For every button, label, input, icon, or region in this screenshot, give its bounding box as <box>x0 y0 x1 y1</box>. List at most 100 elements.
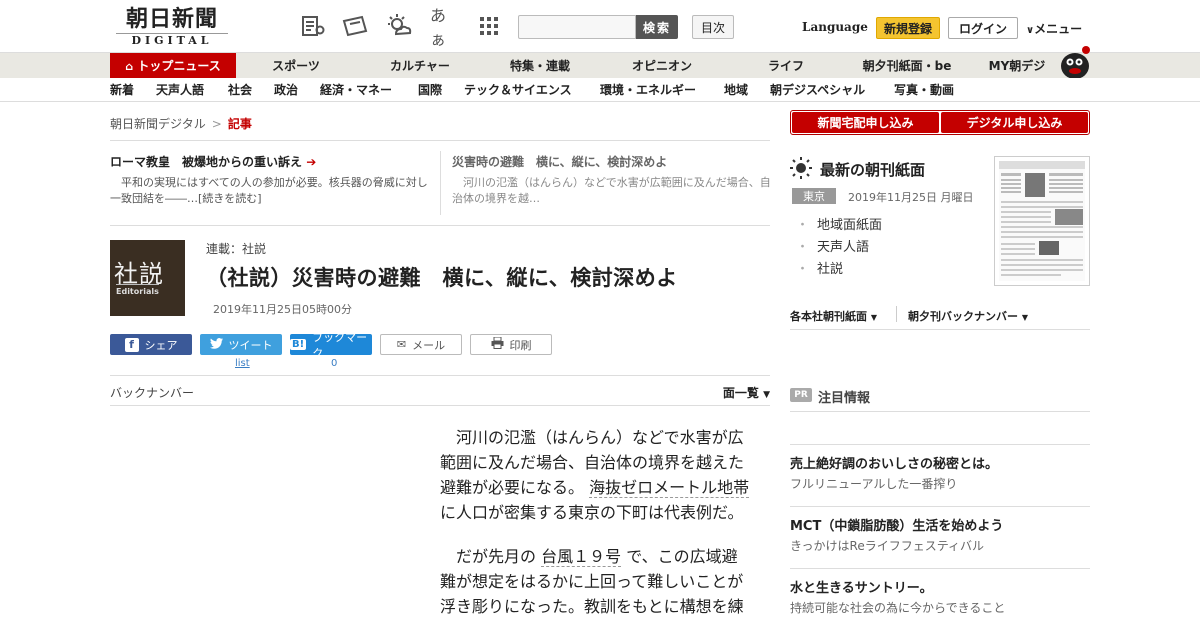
editorial-thumbnail[interactable]: 社説 Editorials <box>110 240 185 316</box>
pr-item[interactable]: 売上絶好調のおいしさの秘密とは。 フルリニューアルした一番搾り <box>790 444 1090 496</box>
subnav-tech[interactable]: テック＆サイエンス <box>464 78 572 102</box>
bullet-icon: ・ <box>796 262 810 277</box>
nav-opinion[interactable]: オピニオン <box>616 53 708 79</box>
pr-item[interactable]: MCT（中鎖脂肪酸）生活を始めよう きっかけはReライフフェスティバル <box>790 506 1090 558</box>
menu-label: メニュー <box>1034 22 1083 36</box>
bookmark-count[interactable]: 0 <box>331 358 337 369</box>
pr-item-subtitle: フルリニューアルした一番搾り <box>790 477 958 491</box>
register-button[interactable]: 新規登録 <box>876 17 940 39</box>
pickup-text: 平和の実現にはすべての人の参加が必要。核兵器の脅威に対し一致団結を――…[続きを… <box>110 176 428 205</box>
paper-date: 2019年11月25日 月曜日 <box>848 191 974 204</box>
article-date: 2019年11月25日05時00分 <box>213 303 352 316</box>
regional-editions-dropdown[interactable]: 各本社朝刊紙面 ▼ <box>790 308 877 324</box>
keyword-link[interactable]: 海抜ゼロメートル地帯 <box>589 478 750 498</box>
pr-item[interactable]: 水と生きるサントリー。 持続可能な社会の為に今からできること <box>790 568 1090 620</box>
paper-link-tenseijingo[interactable]: ・天声人語 <box>796 236 869 255</box>
backnumber-bar: バックナンバー 面一覧 ▼ <box>110 375 770 406</box>
pr-item-subtitle: きっかけはReライフフェスティバル <box>790 539 984 553</box>
nav-top-news[interactable]: ⌂ トップニュース <box>110 53 236 79</box>
mascot-icon[interactable] <box>1058 44 1092 80</box>
site-header: 朝日新聞 DIGITAL あぁ 検索 目次 Language 新規登録 ログイン… <box>0 0 1200 52</box>
pr-item-title: MCT（中鎖脂肪酸）生活を始めよう <box>790 519 1004 534</box>
newspaper-icon[interactable] <box>300 14 326 38</box>
search-button[interactable]: 検索 <box>636 15 678 39</box>
article-body: 河川の氾濫（はんらん）などで水害が広範囲に及んだ場合、自治体の境界を越えた避難が… <box>440 425 750 630</box>
divider <box>440 151 441 215</box>
share-label: シェア <box>144 338 178 352</box>
thumbnail-subtitle: Editorials <box>116 284 159 296</box>
print-button[interactable]: 印刷 <box>470 334 552 355</box>
mail-button[interactable]: ✉ メール <box>380 334 462 355</box>
paragraph: だが先月の 台風１９号 で、この広域避難が想定をはるかに上回って難しいことが浮き… <box>440 547 744 616</box>
hatena-bookmark-button[interactable]: B! ブックマーク <box>290 331 372 360</box>
twitter-share-button[interactable]: ツイート <box>200 334 282 355</box>
latest-paper-title[interactable]: 最新の朝刊紙面 <box>820 159 925 180</box>
twitter-icon <box>209 337 223 352</box>
bullet-icon: ・ <box>796 218 810 233</box>
logo-jp: 朝日新聞 <box>125 6 218 32</box>
edition-bar: 各本社朝刊紙面 ▼ 朝夕刊バックナンバー ▼ <box>790 302 1090 330</box>
pr-item-title: 水と生きるサントリー。 <box>790 581 933 596</box>
subnav-local[interactable]: 地域 <box>724 78 748 102</box>
breadcrumb: 朝日新聞デジタル > 記事 <box>110 115 252 132</box>
site-logo[interactable]: 朝日新聞 DIGITAL <box>116 6 228 48</box>
facebook-icon: f <box>124 337 139 352</box>
keyword-link[interactable]: 台風１９号 <box>541 547 622 567</box>
breadcrumb-home[interactable]: 朝日新聞デジタル <box>110 117 206 131</box>
bullet-icon: ・ <box>796 240 810 255</box>
backnumber-dropdown[interactable]: 朝夕刊バックナンバー ▼ <box>908 308 1028 324</box>
font-size-icon[interactable]: あぁ <box>430 6 456 49</box>
grid-icon[interactable] <box>476 14 502 38</box>
pickup-item[interactable]: 災害時の避難 横に、縦に、検討深めよ 河川の氾濫（はんらん）などで水害が広範囲に… <box>452 153 772 207</box>
subnav-photo[interactable]: 写真・動画 <box>894 78 954 102</box>
print-label: 印刷 <box>509 338 532 352</box>
subnav-environment[interactable]: 環境・エネルギー <box>600 78 696 102</box>
subnav-society[interactable]: 社会 <box>228 78 252 102</box>
nav-features[interactable]: 特集・連載 <box>494 53 586 79</box>
newspaper-thumbnail[interactable] <box>994 156 1090 286</box>
subnav-special[interactable]: 朝デジスペシャル <box>770 78 865 102</box>
breadcrumb-separator: > <box>211 117 222 131</box>
subnav-tenseijingo[interactable]: 天声人語 <box>156 78 204 102</box>
pickup-title: 災害時の避難 横に、縦に、検討深めよ <box>452 155 668 169</box>
facebook-share-button[interactable]: f シェア <box>110 334 192 355</box>
subnav-economy[interactable]: 経済・マネー <box>320 78 392 102</box>
paper-subscribe-button[interactable]: 新聞宅配申し込み <box>792 112 939 133</box>
login-button[interactable]: ログイン <box>948 17 1018 39</box>
language-link[interactable]: Language <box>802 20 868 34</box>
pr-item-subtitle: 持続可能な社会の為に今からできること <box>790 601 1006 615</box>
sun-icon <box>790 157 812 179</box>
tweet-count[interactable]: list <box>235 358 250 369</box>
nav-my-asahi[interactable]: MY朝デジ <box>982 53 1052 79</box>
nav-sports[interactable]: スポーツ <box>250 53 342 79</box>
page-list-dropdown[interactable]: 面一覧 ▼ <box>723 384 770 401</box>
paragraph: 河川の氾濫（はんらん）などで水害が広範囲に及んだ場合、自治体の境界を越えた避難が… <box>440 428 750 522</box>
nav-paper[interactable]: 朝夕刊紙面・be <box>852 53 962 79</box>
digital-subscribe-button[interactable]: デジタル申し込み <box>941 112 1088 133</box>
paper-link-editorial[interactable]: ・社説 <box>796 258 843 277</box>
region-badge: 東京 <box>792 188 836 204</box>
subnav-international[interactable]: 国際 <box>418 78 442 102</box>
search-input[interactable] <box>518 15 636 39</box>
pickup-item[interactable]: ローマ教皇 被爆地からの重い訴え ➔ 平和の実現にはすべての人の参加が必要。核兵… <box>110 153 430 207</box>
subnav-politics[interactable]: 政治 <box>274 78 298 102</box>
mail-label: メール <box>412 338 446 352</box>
toc-button[interactable]: 目次 <box>692 15 734 39</box>
pr-badge: PR <box>790 388 812 402</box>
mail-icon: ✉ <box>396 338 407 351</box>
menu-button[interactable]: ∨メニュー <box>1026 20 1082 37</box>
chevron-down-icon: ∨ <box>1026 25 1035 36</box>
home-icon: ⌂ <box>125 60 134 73</box>
ticket-icon[interactable] <box>342 14 368 38</box>
paper-link-local[interactable]: ・地域面紙面 <box>796 214 882 233</box>
series-link[interactable]: 連載：社説 <box>206 240 266 257</box>
weather-icon[interactable] <box>386 14 412 38</box>
caret-down-icon: ▼ <box>870 313 877 322</box>
divider <box>896 306 897 322</box>
subnav-latest[interactable]: 新着 <box>110 78 134 102</box>
pr-title: 注目情報 <box>818 391 871 406</box>
caret-down-icon: ▼ <box>763 390 770 400</box>
nav-life[interactable]: ライフ <box>740 53 832 79</box>
nav-culture[interactable]: カルチャー <box>372 53 468 79</box>
backnumber-label[interactable]: バックナンバー <box>110 384 194 401</box>
